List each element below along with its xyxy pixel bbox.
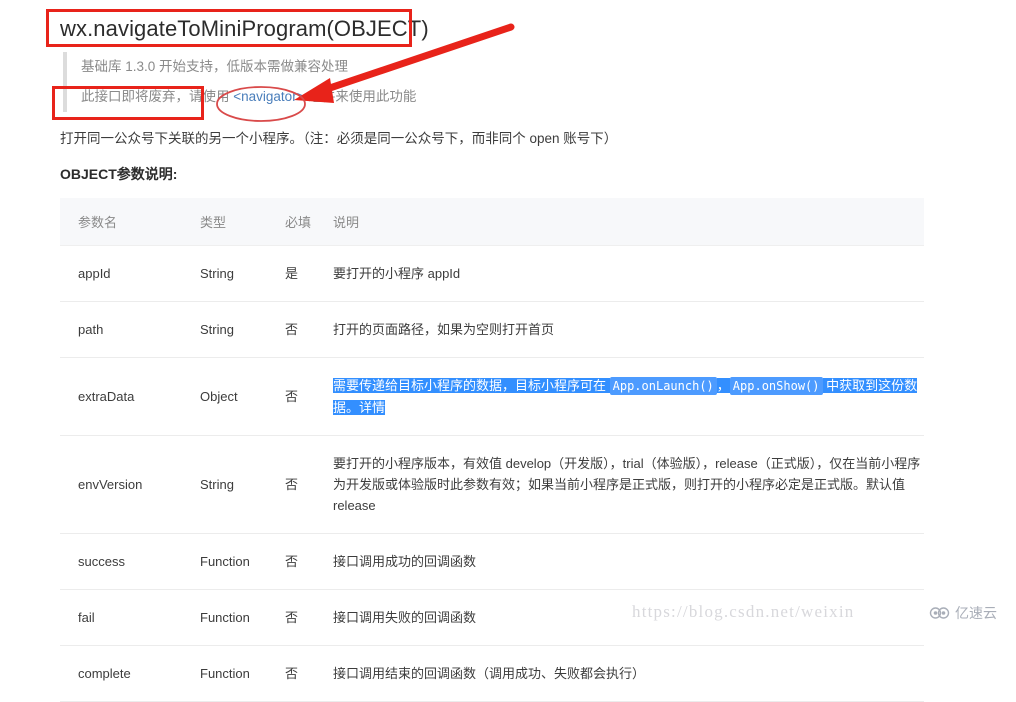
base-library-note: 基础库 1.3.0 开始支持，低版本需做兼容处理 xyxy=(81,59,349,74)
watermark-url: https://blog.csdn.net/weixin xyxy=(632,602,855,621)
param-type: String xyxy=(182,435,267,534)
table-row: complete Function 否 接口调用结束的回调函数（调用成功、失败都… xyxy=(60,645,924,702)
param-type: Function xyxy=(182,645,267,702)
page-title: wx.navigateToMiniProgram(OBJECT) xyxy=(60,16,429,41)
table-header-row: 参数名 类型 必填 说明 xyxy=(60,198,924,246)
table-row: appId String 是 要打开的小程序 appId xyxy=(60,245,924,302)
table-row: success Function 否 接口调用成功的回调函数 xyxy=(60,533,924,590)
column-header-type: 类型 xyxy=(182,198,267,246)
desc-separator: ， xyxy=(716,378,730,393)
brand-watermark: 亿速云 xyxy=(929,603,997,623)
param-description: 打开的页面路径，如果为空则打开首页 xyxy=(315,301,924,358)
param-name: extraData xyxy=(60,357,182,436)
compatibility-blockquote: 基础库 1.3.0 开始支持，低版本需做兼容处理 此接口即将废弃，请使用 <na… xyxy=(63,52,663,112)
param-type: String xyxy=(182,245,267,302)
cloud-logo-icon xyxy=(929,607,950,619)
param-description: 要打开的小程序版本，有效值 develop（开发版），trial（体验版），re… xyxy=(315,435,924,534)
param-required: 否 xyxy=(267,435,315,534)
param-name: success xyxy=(60,533,182,590)
column-header-param-name: 参数名 xyxy=(60,198,182,246)
param-description: 接口调用结束的回调函数（调用成功、失败都会执行） xyxy=(315,645,924,702)
param-description: 接口调用成功的回调函数 xyxy=(315,533,924,590)
param-required: 否 xyxy=(267,533,315,590)
param-type: Object xyxy=(182,357,267,436)
deprecation-note-prefix: 此接口即将废弃，请使用 xyxy=(81,89,234,104)
param-type: String xyxy=(182,301,267,358)
param-required: 是 xyxy=(267,245,315,302)
param-required: 否 xyxy=(267,301,315,358)
param-description-selected: 需要传递给目标小程序的数据，目标小程序可在 App.onLaunch()， App… xyxy=(315,357,924,436)
column-header-required: 必填 xyxy=(267,198,315,246)
param-name: envVersion xyxy=(60,435,182,534)
intro-paragraph: 打开同一公众号下关联的另一个小程序。（注：必须是同一公众号下，而非同个 open… xyxy=(60,131,618,146)
param-required: 否 xyxy=(267,589,315,646)
param-name: complete xyxy=(60,645,182,702)
param-description: 要打开的小程序 appId xyxy=(315,245,924,302)
param-type: Function xyxy=(182,589,267,646)
code-app-onlaunch: App.onLaunch() xyxy=(609,377,717,395)
object-params-table: 参数名 类型 必填 说明 appId String 是 要打开的小程序 appI… xyxy=(60,198,924,702)
code-app-onshow: App.onShow() xyxy=(729,377,823,395)
column-header-description: 说明 xyxy=(315,198,924,246)
table-row: extraData Object 否 需要传递给目标小程序的数据，目标小程序可在… xyxy=(60,357,924,436)
param-name: path xyxy=(60,301,182,358)
param-required: 否 xyxy=(267,645,315,702)
brand-name: 亿速云 xyxy=(955,605,997,621)
page-root: wx.navigateToMiniProgram(OBJECT) 基础库 1.3… xyxy=(0,0,1016,702)
desc-text-part1: 需要传递给目标小程序的数据，目标小程序可在 xyxy=(333,378,610,393)
table-row: envVersion String 否 要打开的小程序版本，有效值 develo… xyxy=(60,435,924,534)
param-name: appId xyxy=(60,245,182,302)
param-type: Function xyxy=(182,533,267,590)
object-params-heading: OBJECT参数说明: xyxy=(60,166,178,182)
table-row: path String 否 打开的页面路径，如果为空则打开首页 xyxy=(60,301,924,358)
param-required: 否 xyxy=(267,357,315,436)
navigator-component-link[interactable]: <navigator> xyxy=(233,89,304,104)
deprecation-note-suffix: 组件来使用此功能 xyxy=(304,89,417,104)
deprecation-note: 此接口即将废弃，请使用 <navigator> 组件来使用此功能 xyxy=(81,82,663,112)
param-name: fail xyxy=(60,589,182,646)
